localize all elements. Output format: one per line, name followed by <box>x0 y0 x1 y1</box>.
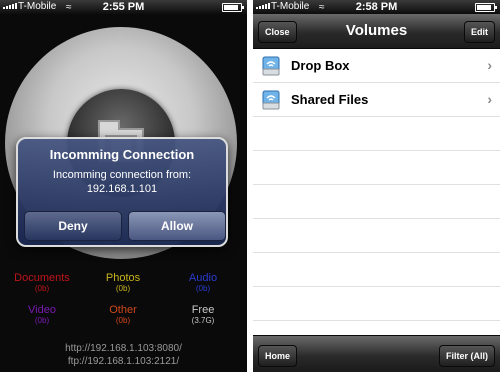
stat-size: (0b) <box>115 284 131 293</box>
alert-message-line: Incomming connection from: <box>52 169 192 181</box>
volumes-list: Drop Box › Shared Files › <box>253 49 500 335</box>
stat-audio: Audio (0b) <box>163 272 243 294</box>
stat-category: Free <box>191 304 215 316</box>
page-title: Volumes <box>345 22 408 39</box>
allow-button[interactable]: Allow <box>128 211 226 241</box>
empty-row <box>253 253 500 287</box>
deny-button[interactable]: Deny <box>24 211 122 241</box>
stat-size: (0b) <box>34 284 50 293</box>
home-button[interactable]: Home <box>258 345 298 367</box>
chevron-right-icon: › <box>487 91 492 107</box>
stat-documents: Documents (0b) <box>2 272 82 294</box>
status-bar: T-Mobile ≈ 2:55 PM <box>0 0 247 14</box>
status-time: 2:58 PM <box>355 1 398 13</box>
left-screen: T-Mobile ≈ 2:55 PM Incomming Connection … <box>0 0 247 372</box>
stat-size: (3.7G) <box>191 316 215 325</box>
right-screen: T-Mobile ≈ 2:58 PM Close Volumes Edit Dr… <box>253 0 500 372</box>
stat-video: Video (0b) <box>2 304 82 326</box>
volume-label: Drop Box <box>291 58 350 73</box>
stat-size: (0b) <box>195 284 211 293</box>
battery-icon <box>222 3 244 12</box>
incoming-connection-alert: Incomming Connection Incomming connectio… <box>16 137 228 247</box>
stat-size: (0b) <box>115 316 131 325</box>
navigation-bar: Close Volumes Edit <box>253 14 500 49</box>
stat-category: Documents <box>14 272 70 284</box>
chevron-right-icon: › <box>487 57 492 73</box>
stat-other: Other (0b) <box>83 304 163 326</box>
drive-icon <box>262 90 280 110</box>
server-urls: http://192.168.1.103:8080/ ftp://192.168… <box>0 342 247 368</box>
ftp-url: ftp://192.168.1.103:2121/ <box>67 356 180 367</box>
stat-category: Audio <box>188 272 218 284</box>
empty-row <box>253 219 500 253</box>
alert-message: Incomming connection from: 192.168.1.101 <box>18 168 226 196</box>
filter-button[interactable]: Filter (All) <box>439 345 495 367</box>
volume-label: Shared Files <box>291 92 369 107</box>
status-time: 2:55 PM <box>102 1 145 13</box>
http-url: http://192.168.1.103:8080/ <box>65 343 182 354</box>
stat-category: Other <box>109 304 137 316</box>
volume-item-shared-files[interactable]: Shared Files › <box>253 83 500 117</box>
stat-photos: Photos (0b) <box>83 272 163 294</box>
stat-category: Video <box>28 304 56 316</box>
bottom-toolbar: Home Filter (All) <box>253 335 500 372</box>
alert-ip-address: 192.168.1.101 <box>86 183 158 195</box>
volume-item-drop-box[interactable]: Drop Box › <box>253 49 500 83</box>
stat-size: (0b) <box>34 316 50 325</box>
alert-title: Incomming Connection <box>49 147 195 162</box>
empty-row <box>253 185 500 219</box>
stat-category: Photos <box>105 272 141 284</box>
edit-button[interactable]: Edit <box>464 21 495 43</box>
empty-row <box>253 151 500 185</box>
empty-row <box>253 117 500 151</box>
drive-icon <box>262 56 280 76</box>
status-bar: T-Mobile ≈ 2:58 PM <box>253 0 500 14</box>
stat-free: Free (3.7G) <box>163 304 243 326</box>
empty-row <box>253 287 500 321</box>
battery-icon <box>475 3 497 12</box>
